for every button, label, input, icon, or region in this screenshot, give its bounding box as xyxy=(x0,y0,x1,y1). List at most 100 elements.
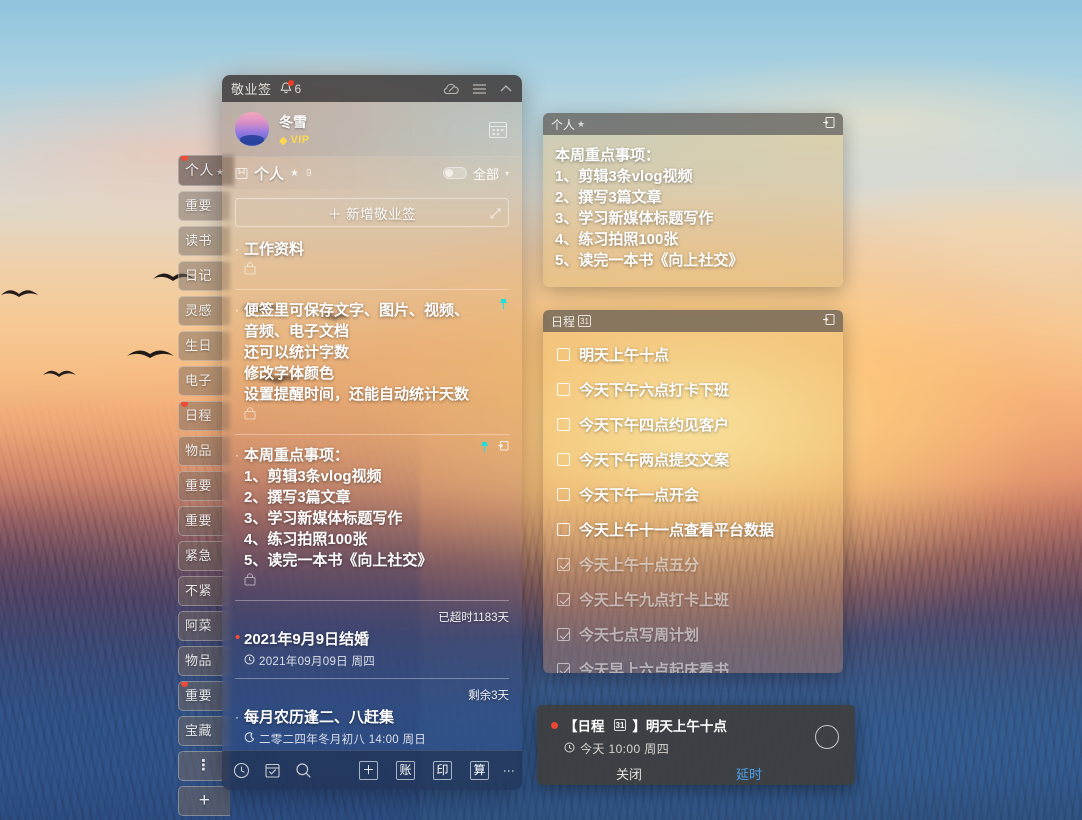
list-item[interactable]: 明天上午十点 xyxy=(557,344,831,365)
profile-info: 冬雪 ◆ VIP xyxy=(279,112,310,147)
note-item[interactable]: · 便签里可保存文字、图片、视频、 音频、电子文档 还可以统计字数 修改字体颜色… xyxy=(235,298,509,435)
expand-icon[interactable] xyxy=(490,207,501,222)
filter-toggle[interactable] xyxy=(442,167,467,179)
note-bullet: • xyxy=(235,629,241,646)
group-count: 9 xyxy=(305,167,312,179)
overflow-menu-button[interactable]: ⋮ xyxy=(502,765,516,777)
todo-list[interactable]: 明天上午十点 今天下午六点打卡下班 今天下午四点约见客户 今天下午两点提交文案 … xyxy=(543,332,843,673)
search-icon[interactable] xyxy=(295,762,312,779)
chevron-down-icon[interactable]: ▾ xyxy=(505,169,509,178)
checklist-icon[interactable] xyxy=(264,762,281,779)
filter-label[interactable]: 全部 xyxy=(473,164,499,183)
reminder-actions[interactable]: 关闭 延时 xyxy=(551,764,841,783)
checkbox[interactable] xyxy=(557,488,570,501)
cloud-sync-icon[interactable] xyxy=(443,82,460,96)
note-item[interactable]: · 工作资料 xyxy=(235,237,509,290)
detach-window-icon[interactable] xyxy=(497,439,509,457)
folder-icon xyxy=(235,167,248,180)
list-item[interactable]: 今天上午九点打卡上班 xyxy=(557,589,831,610)
avatar[interactable] xyxy=(235,112,269,146)
floating-note-body[interactable]: 本周重点事项： 1、剪辑3条vlog视频 2、撰写3篇文章 3、学习新媒体标题写… xyxy=(543,135,843,287)
note-line: 还可以统计字数 xyxy=(244,344,350,361)
note-line: 2、撰写3篇文章 xyxy=(244,489,351,506)
pin-out-icon[interactable] xyxy=(822,116,835,132)
list-item[interactable]: 今天早上六点起床看书 xyxy=(557,659,831,673)
reminder-popup[interactable]: 【日程 31 】明天上午十点 今天 10:00 周四 关闭 延时 xyxy=(537,705,855,785)
sidebar-item-label: 读书 xyxy=(185,233,213,248)
window-titlebar: 敬业签 6 xyxy=(222,75,522,102)
list-item[interactable]: 今天上午十一点查看平台数据 xyxy=(557,519,831,540)
status-dot xyxy=(551,721,558,729)
note-item[interactable]: • 2021年9月9日结婚 2021年09月09日 周四 剩余3天 xyxy=(235,627,509,703)
close-button[interactable]: 关闭 xyxy=(569,764,689,783)
jingyeqian-main-window[interactable]: 敬业签 6 冬雪 ◆ VIP 个人 ★ 9 全部 ▾ ＋ 新增敬业签 · 工作资… xyxy=(222,75,522,790)
note-reminder: 2021年09月09日 周四 xyxy=(244,653,509,669)
note-corner-actions[interactable] xyxy=(479,439,509,457)
reminder-ring-icon[interactable] xyxy=(815,725,839,749)
pin-icon[interactable] xyxy=(498,298,509,313)
list-item[interactable]: 今天下午两点提交文案 xyxy=(557,449,831,470)
checkbox[interactable] xyxy=(557,628,570,641)
note-list[interactable]: ＋ 新增敬业签 · 工作资料 · 便签里可保存文字、图片、视频、 音频、电子文档… xyxy=(222,189,522,750)
clock-icon[interactable] xyxy=(233,762,250,779)
note-title: 2021年9月9日结婚 xyxy=(244,631,370,648)
checkbox[interactable] xyxy=(557,418,570,431)
note-row: · 工作资料 xyxy=(235,239,509,260)
list-item[interactable]: 今天下午一点开会 xyxy=(557,484,831,505)
list-item[interactable]: 今天下午四点约见客户 xyxy=(557,414,831,435)
calendar-icon[interactable] xyxy=(487,118,509,140)
print-button[interactable]: 印 xyxy=(433,761,452,780)
star-icon: ★ xyxy=(577,118,586,129)
add-note-button[interactable]: ＋ 新增敬业签 xyxy=(235,198,509,227)
attachment-icon[interactable] xyxy=(244,407,509,425)
list-item[interactable]: 今天下午六点打卡下班 xyxy=(557,379,831,400)
list-item[interactable]: 今天七点写周计划 xyxy=(557,624,831,645)
sidebar-item-label: 物品 xyxy=(185,443,213,458)
attachment-icon[interactable] xyxy=(244,573,509,591)
sidebar-item-label: 不紧 xyxy=(185,583,213,598)
note-corner-actions[interactable] xyxy=(498,298,509,313)
checkbox[interactable] xyxy=(557,523,570,536)
calculator-button[interactable]: 算 xyxy=(470,761,489,780)
notification-bell-icon[interactable] xyxy=(279,80,294,95)
checkbox[interactable] xyxy=(557,558,570,571)
note-reminder-text: 二零二四年冬月初八 14:00 周日 xyxy=(259,734,427,746)
user-profile-bar[interactable]: 冬雪 ◆ VIP xyxy=(222,102,522,157)
add-button[interactable]: ＋ xyxy=(359,761,378,780)
checkbox[interactable] xyxy=(557,593,570,606)
add-note-label: ＋ 新增敬业签 xyxy=(327,206,417,222)
note-body: 便签里可保存文字、图片、视频、 音频、电子文档 还可以统计字数 修改字体颜色 设… xyxy=(244,300,469,405)
pin-out-icon[interactable] xyxy=(822,313,835,329)
checkbox[interactable] xyxy=(557,348,570,361)
sidebar-item-label: 个人 xyxy=(185,162,214,178)
pin-icon[interactable] xyxy=(479,441,490,456)
menu-icon[interactable] xyxy=(472,83,487,95)
floating-note-personal[interactable]: 个人 ★ 本周重点事项： 1、剪辑3条vlog视频 2、撰写3篇文章 3、学习新… xyxy=(543,113,843,287)
reminder-title: 【日程 31 】明天上午十点 xyxy=(551,715,841,735)
note-line: 音频、电子文档 xyxy=(244,323,350,340)
vip-badge: ◆ VIP xyxy=(279,134,310,147)
note-remaining-label: 剩余3天 xyxy=(468,690,509,702)
notification-count: 6 xyxy=(294,81,302,96)
list-item[interactable]: 今天上午十点五分 xyxy=(557,554,831,575)
ledger-button[interactable]: 账 xyxy=(396,761,415,780)
app-bottom-toolbar[interactable]: ＋ 账 印 算 ⋮ xyxy=(222,750,522,790)
checkbox[interactable] xyxy=(557,453,570,466)
group-filter-bar[interactable]: 个人 ★ 9 全部 ▾ xyxy=(222,157,522,189)
app-title: 敬业签 xyxy=(231,82,272,97)
note-divider xyxy=(235,600,509,601)
note-item[interactable]: · 每月农历逢二、八赶集 二零二四年冬月初八 14:00 周日 xyxy=(235,705,509,747)
snooze-button[interactable]: 延时 xyxy=(689,764,809,783)
checkbox[interactable] xyxy=(557,383,570,396)
collapse-icon[interactable] xyxy=(499,83,513,95)
todo-label: 今天下午两点提交文案 xyxy=(579,452,730,469)
checkbox[interactable] xyxy=(557,663,570,673)
sidebar-item-label: 灵感 xyxy=(185,303,213,318)
todo-label: 明天上午十点 xyxy=(579,347,670,364)
attachment-icon[interactable] xyxy=(244,262,509,280)
unread-dot xyxy=(181,402,188,407)
note-divider xyxy=(235,678,509,679)
sidebar-add-category-button[interactable]: + xyxy=(178,786,230,816)
floating-note-schedule[interactable]: 日程 31 明天上午十点 今天下午六点打卡下班 今天下午四点约见客户 今天下午两… xyxy=(543,310,843,673)
note-item[interactable]: · 本周重点事项： 1、剪辑3条vlog视频 2、撰写3篇文章 3、学习新媒体标… xyxy=(235,441,509,625)
